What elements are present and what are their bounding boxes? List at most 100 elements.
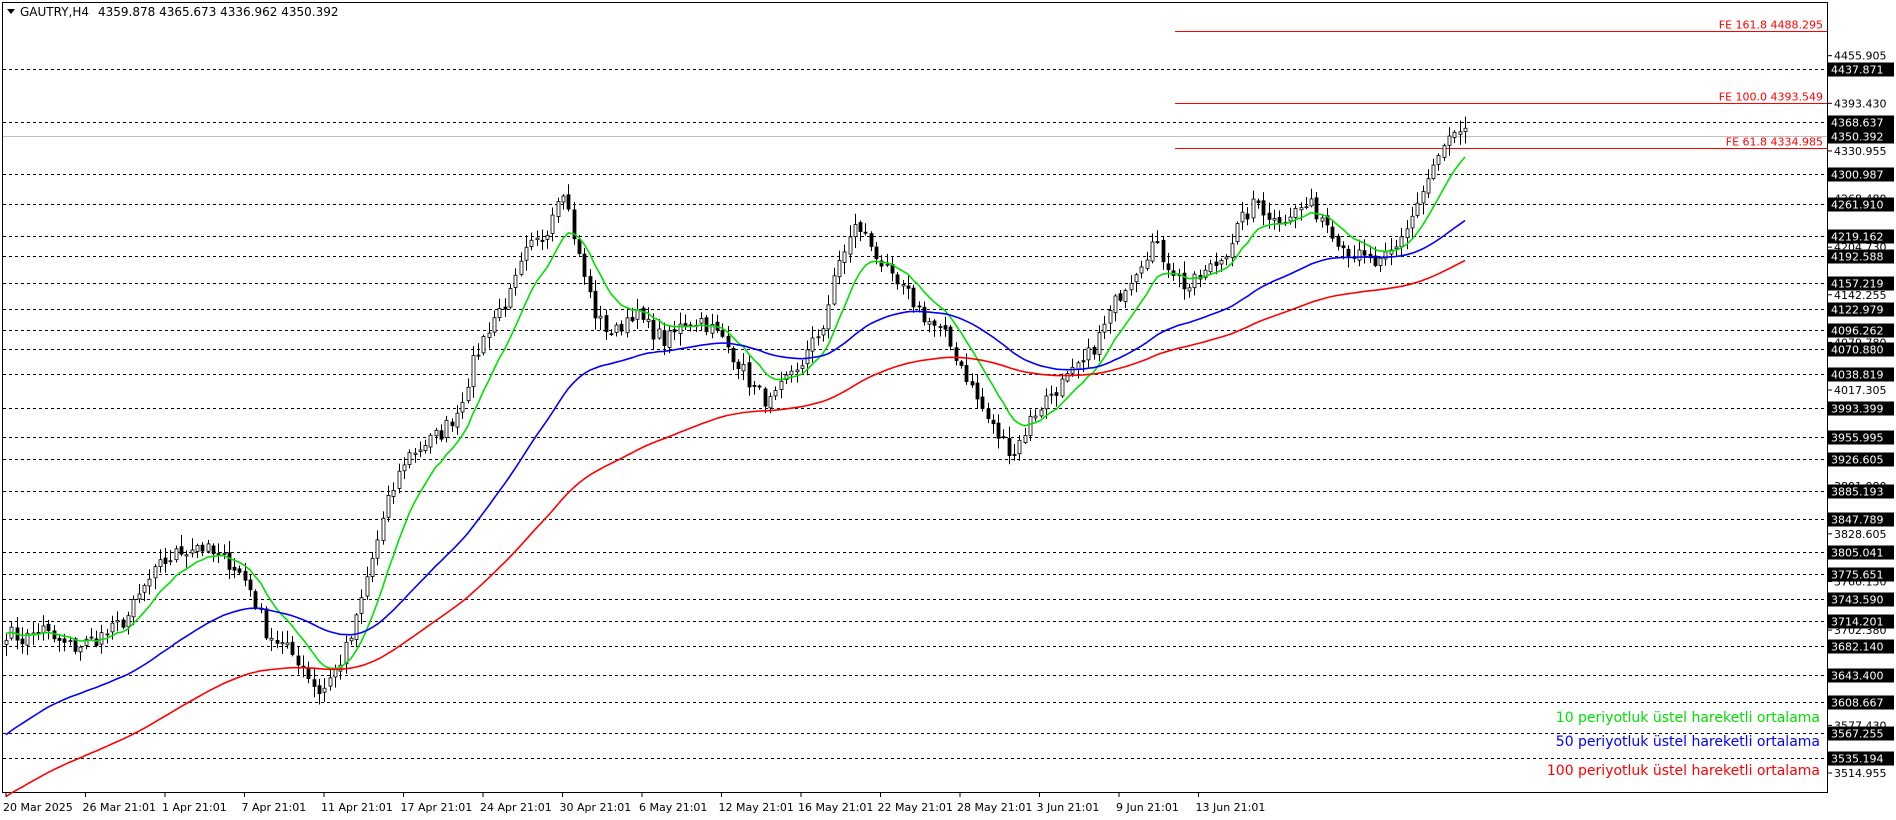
candle-body bbox=[413, 452, 418, 455]
level-label: 3775.651 bbox=[1831, 569, 1884, 582]
time-tick-label: 22 May 21:01 bbox=[878, 801, 953, 814]
candle-body bbox=[1001, 436, 1006, 439]
candle-body bbox=[1272, 218, 1277, 221]
candle-body bbox=[195, 545, 200, 552]
candle-body bbox=[508, 288, 513, 308]
candle-body bbox=[1299, 207, 1304, 211]
candle-body bbox=[407, 452, 412, 465]
candle-body bbox=[996, 422, 1001, 439]
candle-body bbox=[1309, 198, 1314, 207]
candle-body bbox=[1452, 131, 1457, 138]
price-tick-label: 4455.905 bbox=[1834, 50, 1887, 63]
candle-body bbox=[115, 620, 120, 623]
candle-body bbox=[1314, 197, 1319, 220]
candle-body bbox=[359, 597, 364, 614]
candle-body bbox=[604, 315, 609, 333]
candle-body bbox=[895, 274, 900, 285]
candle-body bbox=[275, 640, 280, 644]
candle-body bbox=[1421, 191, 1426, 204]
candle-body bbox=[418, 449, 423, 452]
price-tick-label: 4017.305 bbox=[1834, 384, 1887, 397]
legend-entry-ema-100: 100 periyotluk üstel hareketli ortalama bbox=[1547, 763, 1820, 779]
candle-body bbox=[216, 553, 221, 555]
level-label: 4261.910 bbox=[1831, 199, 1884, 212]
candle-body bbox=[46, 623, 51, 631]
symbol-label: GAUTRY,H4 bbox=[20, 5, 89, 19]
candle-body bbox=[1458, 131, 1463, 135]
candle-body bbox=[434, 429, 439, 437]
candle-body bbox=[121, 619, 126, 628]
candle-body bbox=[1214, 261, 1219, 266]
ohlc-values: 4359.878 4365.673 4336.962 4350.392 bbox=[98, 5, 338, 19]
candle-body bbox=[1023, 435, 1028, 443]
level-label: 4070.880 bbox=[1831, 344, 1884, 357]
candle-body bbox=[662, 330, 667, 346]
time-tick-label: 24 Apr 21:01 bbox=[480, 801, 552, 814]
candle-body bbox=[168, 560, 173, 563]
price-tick-label: 3828.605 bbox=[1834, 528, 1887, 541]
candle-body bbox=[906, 285, 911, 289]
candle-body bbox=[1145, 259, 1150, 269]
candle-body bbox=[789, 370, 794, 376]
price-tick-label: 4142.255 bbox=[1834, 289, 1887, 302]
candle-body bbox=[1155, 241, 1160, 244]
candle-body bbox=[1081, 360, 1086, 363]
candle-body bbox=[800, 365, 805, 369]
candle-body bbox=[248, 579, 253, 591]
candle-body bbox=[741, 364, 746, 372]
time-tick-label: 30 Apr 21:01 bbox=[560, 801, 632, 814]
candle-body bbox=[1261, 200, 1266, 216]
candle-body bbox=[174, 548, 179, 561]
candle-body bbox=[386, 494, 391, 518]
candle-body bbox=[1442, 145, 1447, 158]
candle-body bbox=[497, 308, 502, 318]
candle-body bbox=[1102, 323, 1107, 333]
level-label: 3955.995 bbox=[1831, 432, 1884, 445]
level-label: 4300.987 bbox=[1831, 169, 1884, 182]
candle-body bbox=[757, 385, 762, 388]
price-tick-label: 3514.955 bbox=[1834, 767, 1887, 780]
candle-body bbox=[1065, 373, 1070, 382]
candle-body bbox=[280, 642, 285, 645]
candle-body bbox=[1097, 332, 1102, 355]
candle-body bbox=[137, 593, 142, 600]
candle-body bbox=[922, 306, 927, 323]
candle-body bbox=[1012, 454, 1017, 456]
candle-body bbox=[492, 317, 497, 333]
candle-body bbox=[227, 552, 232, 570]
candle-body bbox=[970, 381, 975, 386]
candle-body bbox=[1113, 295, 1118, 314]
level-label: 3535.194 bbox=[1831, 753, 1884, 766]
candle-body bbox=[1378, 257, 1383, 266]
candle-body bbox=[561, 195, 566, 203]
candle-body bbox=[524, 246, 529, 261]
candle-body bbox=[4, 639, 9, 645]
candle-body bbox=[948, 326, 953, 347]
candle-body bbox=[975, 382, 980, 400]
candle-body bbox=[126, 615, 131, 628]
candle-body bbox=[264, 608, 269, 639]
candle-body bbox=[763, 388, 768, 407]
candle-body bbox=[1224, 256, 1229, 260]
candle-body bbox=[269, 637, 274, 641]
candle-body bbox=[752, 384, 757, 387]
candle-body bbox=[1092, 346, 1097, 355]
level-label: 3885.193 bbox=[1831, 486, 1884, 499]
candle-body bbox=[1251, 198, 1256, 219]
candle-body bbox=[232, 566, 237, 571]
candle-body bbox=[1182, 272, 1187, 290]
candle-body bbox=[1415, 202, 1420, 216]
price-chart[interactable]: FE 161.8 4488.295 FE 100.0 4393.549 FE 61.… bbox=[0, 0, 1896, 820]
candle-body bbox=[158, 559, 163, 568]
time-tick-label: 20 Mar 2025 bbox=[3, 801, 73, 814]
candle-body bbox=[147, 578, 152, 587]
candle-body bbox=[1288, 216, 1293, 222]
candle-body bbox=[476, 354, 481, 357]
candle-body bbox=[635, 309, 640, 320]
level-label: 4219.162 bbox=[1831, 231, 1884, 244]
candle-body bbox=[243, 570, 248, 581]
time-tick-label: 9 Jun 21:01 bbox=[1116, 801, 1179, 814]
candle-body bbox=[699, 318, 704, 324]
candle-body bbox=[986, 408, 991, 420]
candle-body bbox=[577, 239, 582, 254]
